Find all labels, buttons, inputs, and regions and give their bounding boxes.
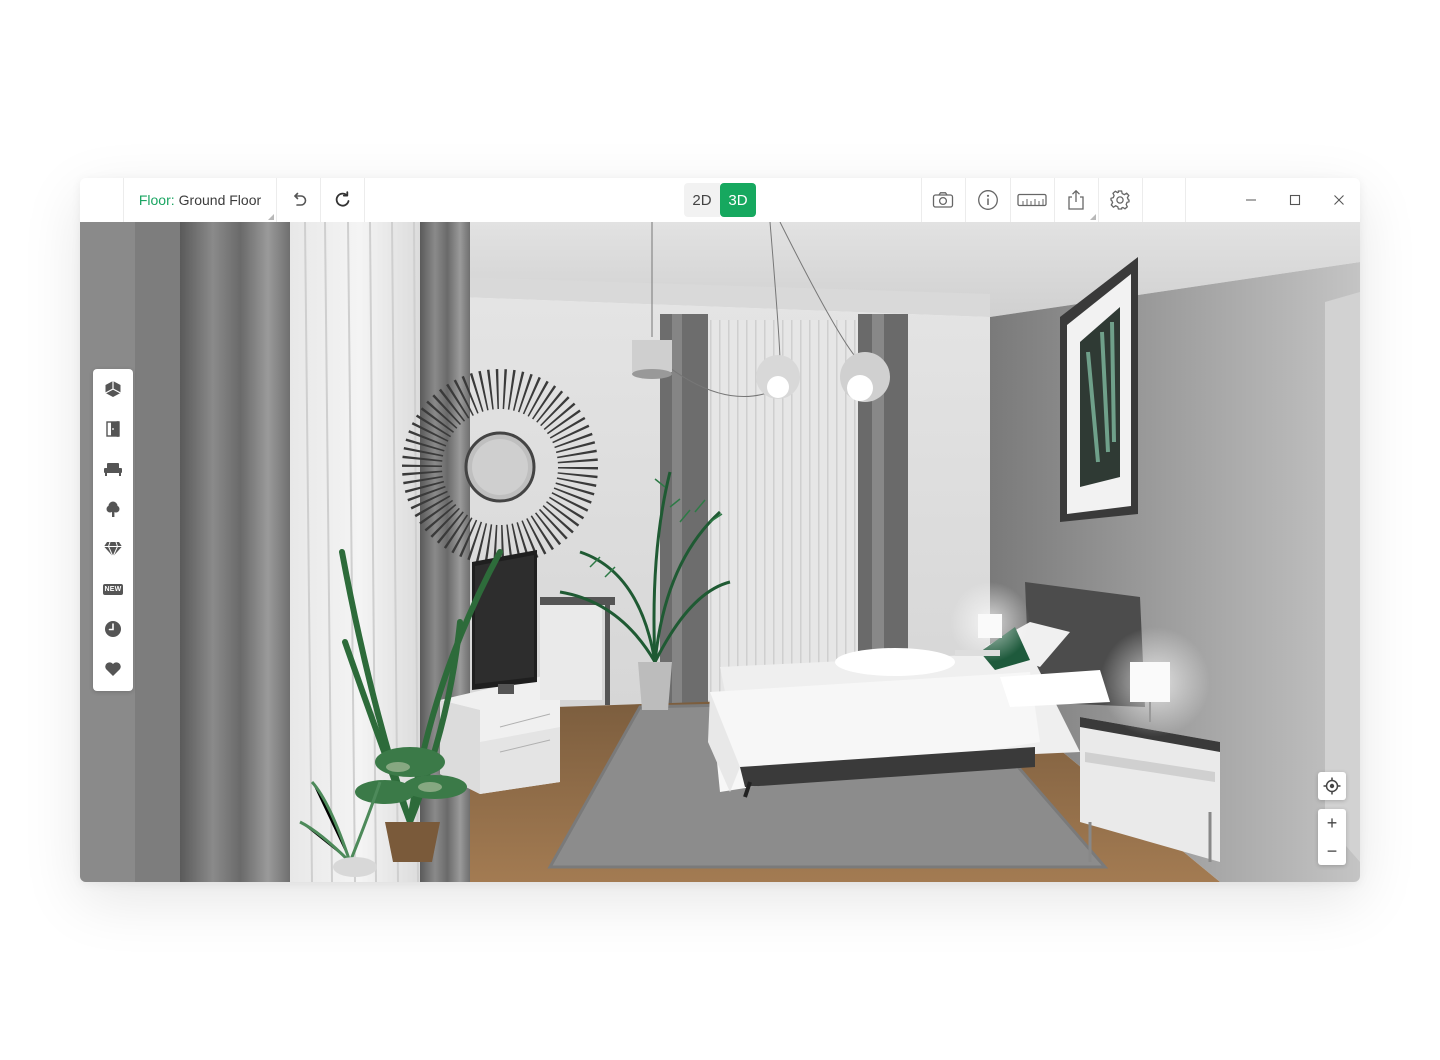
gear-icon <box>1110 190 1130 210</box>
info-icon <box>978 190 998 210</box>
view-mode-toggle: 2D 3D <box>684 183 756 217</box>
dropdown-corner-icon <box>268 214 274 220</box>
recent-items-button[interactable] <box>93 609 133 649</box>
favorites-icon <box>105 662 121 676</box>
redo-icon <box>335 191 350 207</box>
new-items-button[interactable]: NEW <box>93 569 133 609</box>
floor-selector[interactable]: Floor: Ground Floor <box>124 178 276 222</box>
build-tool-button[interactable] <box>93 369 133 409</box>
share-button[interactable] <box>1054 178 1098 222</box>
app-window: Floor: Ground Floor 2D 3D NEW + − <box>80 178 1360 882</box>
doors-windows-button[interactable] <box>93 409 133 449</box>
undo-button[interactable] <box>277 178 321 222</box>
maximize-icon <box>1289 194 1301 206</box>
zoom-control: + − <box>1318 809 1346 865</box>
camera-button[interactable] <box>921 178 965 222</box>
locate-icon <box>1323 777 1341 795</box>
tree-icon <box>106 501 120 517</box>
redo-button[interactable] <box>321 178 365 222</box>
share-icon <box>1068 189 1084 210</box>
minimize-icon <box>1246 199 1256 201</box>
new-icon: NEW <box>102 583 124 595</box>
view-2d-button[interactable]: 2D <box>684 183 720 217</box>
view-3d-button[interactable]: 3D <box>720 183 756 217</box>
floor-label: Floor: <box>138 192 175 208</box>
recent-icon <box>105 621 121 637</box>
close-icon <box>1334 195 1344 205</box>
info-button[interactable] <box>966 178 1010 222</box>
close-button[interactable] <box>1317 178 1360 222</box>
bedroom-render-image <box>80 222 1360 882</box>
furniture-icon <box>104 463 122 476</box>
3d-viewport[interactable]: NEW + − <box>80 222 1360 882</box>
zoom-out-button[interactable]: − <box>1318 837 1346 865</box>
measure-button[interactable] <box>1010 178 1054 222</box>
favorites-button[interactable] <box>93 649 133 689</box>
undo-icon <box>294 192 307 206</box>
floor-value: Ground Floor <box>178 192 262 208</box>
catalog-toolbar: NEW <box>93 369 133 691</box>
ruler-icon <box>1017 193 1047 207</box>
exterior-button[interactable] <box>93 489 133 529</box>
camera-icon <box>932 192 954 208</box>
maximize-button[interactable] <box>1273 178 1317 222</box>
zoom-in-button[interactable]: + <box>1318 809 1346 837</box>
decor-button[interactable] <box>93 529 133 569</box>
top-toolbar: Floor: Ground Floor 2D 3D <box>80 178 1360 223</box>
diamond-icon <box>104 541 122 558</box>
locate-button[interactable] <box>1318 772 1346 800</box>
door-icon <box>106 421 120 437</box>
minimize-button[interactable] <box>1229 178 1273 222</box>
settings-button[interactable] <box>1098 178 1142 222</box>
dropdown-corner-icon <box>1090 214 1096 220</box>
locate-control <box>1318 772 1346 800</box>
building-icon <box>105 381 121 397</box>
furniture-button[interactable] <box>93 449 133 489</box>
